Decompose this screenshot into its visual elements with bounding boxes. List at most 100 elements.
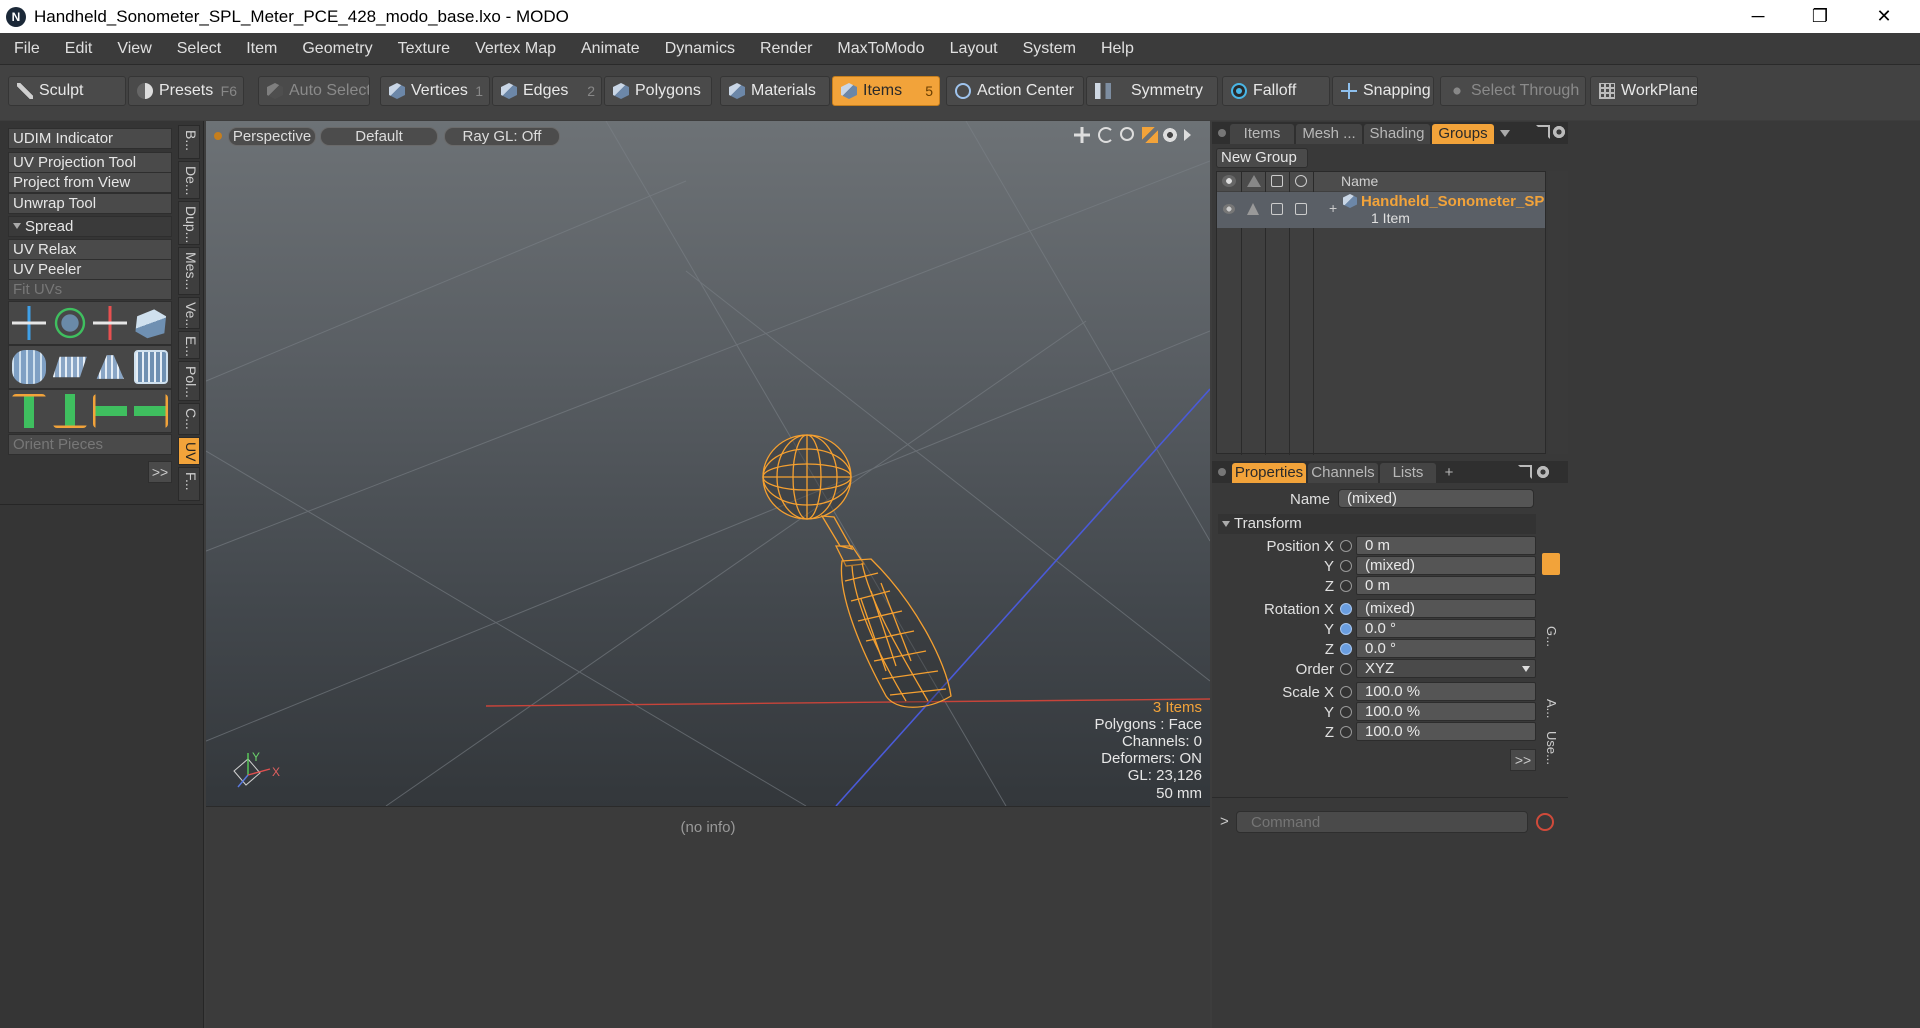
falloff-button[interactable]: Falloff [1222, 76, 1330, 106]
uv-planar-icon[interactable] [52, 356, 87, 378]
position-z-field[interactable]: 0 m [1356, 576, 1536, 595]
sonometer-mesh[interactable] [762, 434, 952, 708]
unwrap-tool-button[interactable]: Unwrap Tool [8, 193, 172, 214]
tab-duplicate[interactable]: Dup... [178, 201, 200, 245]
order-anim-toggle[interactable] [1340, 663, 1352, 675]
menu-vertex-map[interactable]: Vertex Map [461, 40, 567, 58]
tab-mesh-edit[interactable]: Mes... [178, 247, 200, 295]
groups-settings-gear-icon[interactable] [1552, 125, 1566, 139]
project-from-view-button[interactable]: Project from View [8, 172, 172, 193]
side-tab-use[interactable]: Use... [1544, 731, 1559, 765]
tab-uv[interactable]: UV [178, 437, 200, 465]
properties-more-button[interactable]: >> [1510, 749, 1536, 771]
zoom-icon[interactable] [1120, 127, 1134, 141]
rotation-x-field[interactable]: (mixed) [1356, 599, 1536, 618]
tab-channels[interactable]: Channels [1308, 463, 1378, 483]
spread-section[interactable]: Spread [8, 216, 172, 237]
tab-properties[interactable]: Properties [1232, 463, 1306, 483]
rotation-z-anim-toggle[interactable] [1340, 643, 1352, 655]
symmetry-button[interactable]: Symmetry [1086, 76, 1218, 106]
tab-mesh[interactable]: Mesh ... [1296, 124, 1362, 144]
position-x-field[interactable]: 0 m [1356, 536, 1536, 555]
scale-y-field[interactable]: 100.0 % [1356, 702, 1536, 721]
position-y-field[interactable]: (mixed) [1356, 556, 1536, 575]
name-field[interactable]: (mixed) [1338, 489, 1534, 508]
menu-texture[interactable]: Texture [384, 40, 461, 58]
raygl-dropdown[interactable]: Ray GL: Off [444, 127, 560, 146]
group-visibility-icon[interactable] [1223, 204, 1235, 214]
order-dropdown[interactable]: XYZ [1356, 659, 1536, 678]
udim-indicator-button[interactable]: UDIM Indicator [8, 128, 172, 149]
auto-select-button[interactable]: Auto Select [258, 76, 370, 106]
rotate-view-icon[interactable] [1098, 127, 1114, 143]
position-x-anim-toggle[interactable] [1340, 540, 1352, 552]
orient-pieces-button[interactable]: Orient Pieces [8, 434, 172, 455]
command-record-icon[interactable] [1536, 813, 1554, 831]
align-left-icon[interactable] [93, 394, 128, 428]
uv-sphere-icon[interactable] [12, 350, 47, 384]
select-through-button[interactable]: Select Through [1440, 76, 1586, 106]
edges-button[interactable]: Edges 2 [492, 76, 602, 106]
side-tab-g[interactable]: G... [1544, 626, 1559, 647]
menu-system[interactable]: System [1009, 40, 1087, 58]
spread-collapse-icon[interactable] [13, 223, 21, 229]
scale-x-anim-toggle[interactable] [1340, 686, 1352, 698]
menu-maxtomodo[interactable]: MaxToModo [823, 40, 935, 58]
group-row[interactable]: + Handheld_Sonometer_SP ... 1 Item [1217, 192, 1561, 228]
groups-scrollbar[interactable] [1548, 171, 1568, 454]
position-y-anim-toggle[interactable] [1340, 560, 1352, 572]
left-more-button[interactable]: >> [148, 461, 172, 483]
menu-layout[interactable]: Layout [936, 40, 1009, 58]
uv-projection-tool-button[interactable]: UV Projection Tool [8, 152, 172, 173]
fit-uvs-button[interactable]: Fit UVs [8, 279, 172, 300]
groups-panel-menu-icon[interactable] [1218, 129, 1226, 137]
add-tab-button[interactable]: + [1438, 463, 1460, 483]
group-lock-icon[interactable] [1247, 203, 1259, 215]
uv-relax-button[interactable]: UV Relax [8, 239, 172, 260]
workplane-button[interactable]: WorkPlane [1590, 76, 1698, 106]
items-button[interactable]: Items 5 [832, 76, 940, 106]
uv-rotate-icon[interactable] [52, 306, 87, 340]
view-perspective-dropdown[interactable]: Perspective [228, 127, 316, 146]
tab-fusion[interactable]: F... [178, 467, 200, 501]
menu-animate[interactable]: Animate [567, 40, 651, 58]
minimize-button[interactable]: ─ [1728, 0, 1788, 33]
properties-panel-menu-icon[interactable] [1218, 468, 1226, 476]
tab-groups[interactable]: Groups [1432, 124, 1494, 144]
vertices-button[interactable]: Vertices 1 [380, 76, 490, 106]
viewport-expand-arrow-icon[interactable] [1184, 129, 1191, 141]
rotation-y-field[interactable]: 0.0 ° [1356, 619, 1536, 638]
scale-x-field[interactable]: 100.0 % [1356, 682, 1536, 701]
align-down-icon[interactable] [52, 394, 87, 428]
close-button[interactable]: ✕ [1854, 0, 1914, 33]
uv-move-icon[interactable] [12, 306, 47, 340]
menu-help[interactable]: Help [1087, 40, 1145, 58]
rotation-y-anim-toggle[interactable] [1340, 623, 1352, 635]
scale-z-field[interactable]: 100.0 % [1356, 722, 1536, 741]
group-expand-icon[interactable]: + [1329, 200, 1337, 216]
properties-settings-gear-icon[interactable] [1536, 465, 1550, 479]
view-style-dropdown[interactable]: Default [320, 127, 438, 146]
align-up-icon[interactable] [12, 394, 47, 428]
menu-view[interactable]: View [103, 40, 162, 58]
viewport-options-icon[interactable] [214, 132, 222, 140]
scale-z-anim-toggle[interactable] [1340, 726, 1352, 738]
uv-perspective-icon[interactable] [96, 355, 124, 379]
uv-unwrap-icon[interactable] [133, 350, 168, 384]
order-dropdown-arrow-icon[interactable] [1522, 666, 1530, 672]
tab-edge[interactable]: E... [178, 331, 200, 359]
uv-peeler-button[interactable]: UV Peeler [8, 259, 172, 280]
properties-popout-icon[interactable] [1518, 465, 1532, 479]
side-tab-a[interactable]: A... [1544, 699, 1559, 719]
menu-item[interactable]: Item [232, 40, 288, 58]
menu-geometry[interactable]: Geometry [288, 40, 383, 58]
tab-deform[interactable]: De... [178, 161, 200, 199]
polygons-button[interactable]: Polygons [604, 76, 712, 106]
menu-dynamics[interactable]: Dynamics [651, 40, 746, 58]
command-input[interactable] [1236, 811, 1528, 833]
tab-lists[interactable]: Lists [1380, 463, 1436, 483]
menu-select[interactable]: Select [163, 40, 232, 58]
tab-basic[interactable]: B... [178, 125, 200, 159]
action-center-button[interactable]: Action Center [946, 76, 1084, 106]
transform-section-header[interactable]: Transform [1218, 514, 1536, 534]
